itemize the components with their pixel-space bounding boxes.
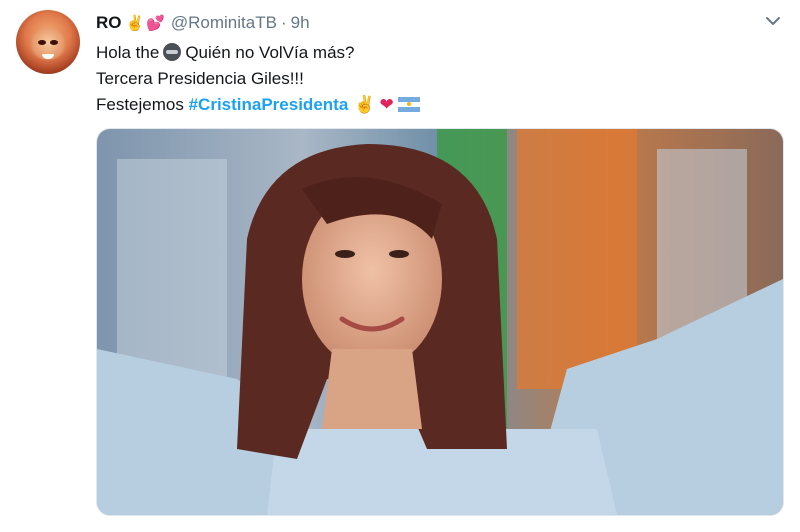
tweet-timestamp[interactable]: 9h — [291, 13, 310, 33]
text-hola: Hola the — [96, 43, 160, 62]
argentina-flag-icon — [397, 97, 420, 112]
author-name[interactable]: RO — [96, 13, 122, 33]
hearts-emoji: 💕 — [146, 15, 165, 32]
peace-emoji: ✌ — [354, 95, 376, 114]
tweet-line-1: Hola the Quién no VolVía más? — [96, 40, 420, 66]
tweet-line-3: Festejemos #CristinaPresidenta ✌ ❤ — [96, 92, 420, 118]
avatar-eye — [50, 40, 58, 45]
ninja-emoji-icon — [163, 43, 182, 61]
avatar-eye — [38, 40, 46, 45]
tweet-line-2: Tercera Presidencia Giles!!! — [96, 69, 304, 88]
author-handle[interactable]: @RominitaTB — [171, 13, 277, 33]
text-festejemos: Festejemos — [96, 95, 189, 114]
peace-emoji: ✌ — [125, 15, 145, 32]
text-question: Quién no VolVía más? — [185, 43, 355, 62]
photo-illustration — [97, 129, 783, 515]
separator-dot: · — [280, 13, 287, 32]
tweet-text: Hola the Quién no VolVía más? Tercera Pre… — [96, 40, 420, 118]
chevron-down-icon[interactable] — [764, 14, 782, 28]
tweet-header: RO ✌ 💕 @RominitaTB · 9h — [96, 12, 310, 34]
heart-emoji: ❤ — [379, 95, 394, 114]
hashtag-link[interactable]: #CristinaPresidenta — [189, 95, 349, 114]
tweet-photo[interactable] — [96, 128, 784, 516]
avatar[interactable] — [16, 10, 80, 74]
